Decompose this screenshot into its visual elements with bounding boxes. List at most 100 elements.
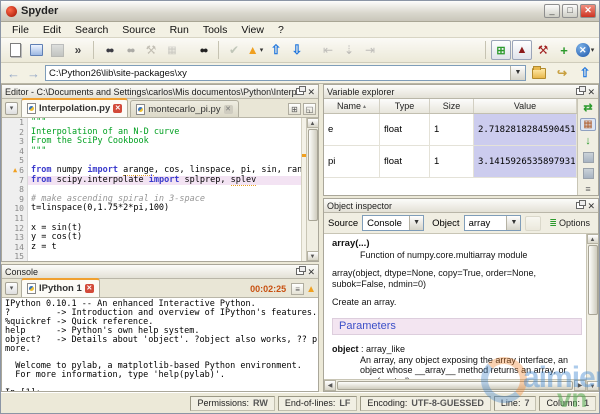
variable-options-button[interactable]: ≡ (580, 183, 596, 195)
console-pane-header[interactable]: Console ✕ (2, 265, 318, 279)
close-pane-icon[interactable]: ✕ (587, 202, 595, 210)
scroll-up-icon[interactable]: ▲ (307, 118, 319, 128)
minimize-button[interactable]: _ (544, 4, 560, 18)
open-file-button[interactable] (26, 40, 46, 60)
title-bar[interactable]: Spyder _ □ ✕ (1, 1, 599, 22)
menu-item-search[interactable]: Search (68, 23, 115, 37)
code-line[interactable]: 10t=linspace(0,1.75*2*pi,100) (2, 204, 301, 214)
menu-item-tools[interactable]: Tools (196, 23, 235, 37)
menu-item-view[interactable]: View (234, 23, 271, 37)
tab-close-icon[interactable]: ✕ (113, 104, 122, 113)
toolbar-overflow-button[interactable]: » (68, 40, 88, 60)
object-inspector-content[interactable]: array(...) Function of numpy.core.multia… (324, 234, 598, 391)
scrollbar-thumb[interactable] (337, 381, 573, 390)
scroll-up-icon[interactable]: ▲ (587, 234, 599, 244)
interrupt-icon[interactable]: ▲ (306, 284, 316, 295)
split-button[interactable]: ⊞ (288, 103, 301, 115)
tab-close-icon[interactable]: ✕ (85, 284, 94, 293)
matplotlib-button[interactable]: ▲ (512, 40, 532, 60)
scrollbar-thumb[interactable] (308, 129, 318, 221)
new-file-button[interactable] (5, 40, 25, 60)
run-cell-button[interactable]: ⇤ (318, 40, 338, 60)
console-output[interactable]: IPython 0.10.1 -- An enhanced Interactiv… (2, 298, 318, 391)
cell-type[interactable]: float (380, 114, 430, 145)
load-data-button[interactable]: ↓ (580, 135, 596, 147)
save-button[interactable] (47, 40, 67, 60)
console-directory-button[interactable]: ⇧ (575, 63, 595, 83)
scroll-down-icon[interactable]: ▼ (307, 251, 319, 261)
find-in-files-button[interactable]: ●● (193, 40, 213, 60)
browse-tabs-button[interactable]: ▾ (5, 102, 18, 115)
close-pane-icon[interactable]: ✕ (307, 268, 315, 276)
close-pane-icon[interactable]: ✕ (307, 88, 315, 96)
inspector-horizontal-scrollbar[interactable]: ◀ ▶ (324, 379, 586, 391)
menu-item-help[interactable]: ? (271, 23, 291, 37)
inspector-vertical-scrollbar[interactable]: ▲ ▼ (586, 234, 598, 391)
save-data-button[interactable] (580, 151, 596, 163)
scroll-left-icon[interactable]: ◀ (324, 380, 336, 391)
spyder-menu-button[interactable]: ✕▾ (575, 40, 595, 60)
back-button[interactable]: ← (5, 66, 22, 81)
scroll-right-icon[interactable]: ▶ (574, 380, 586, 391)
cell-name[interactable]: pi (324, 146, 380, 177)
cell-value[interactable]: 3.1415926535897931 (474, 146, 577, 177)
float-pane-icon[interactable] (576, 202, 584, 209)
code-line[interactable]: 15 (2, 252, 301, 261)
editor-pane-header[interactable]: Editor - C:\Documents and Settings\carlo… (2, 85, 318, 99)
float-pane-icon[interactable] (296, 88, 304, 95)
scrollbar-thumb[interactable] (588, 245, 598, 315)
pythonpath-button[interactable]: + (554, 40, 574, 60)
lock-button[interactable] (525, 216, 541, 231)
replace-button[interactable]: ⚒ (141, 40, 161, 60)
variable-table[interactable]: Name▴TypeSizeValue efloat12.718281828459… (324, 99, 578, 195)
cell-value[interactable]: 2.7182818284590451 (474, 114, 577, 145)
close-button[interactable]: ✕ (580, 4, 596, 18)
tab-close-icon[interactable]: ✕ (224, 105, 233, 114)
working-directory-input[interactable] (46, 68, 510, 79)
code-analysis-ok-button[interactable]: ✔ (224, 40, 244, 60)
menu-item-edit[interactable]: Edit (36, 23, 68, 37)
editor-tab[interactable]: Interpolation.py✕ (21, 98, 128, 117)
find-button[interactable]: ●● (99, 40, 119, 60)
find-previous-button[interactable]: ●● (120, 40, 140, 60)
refresh-button[interactable]: ⇄ (580, 101, 596, 114)
cell-size[interactable]: 1 (430, 114, 474, 145)
import-data-button[interactable]: ▦ (580, 118, 596, 131)
browse-tabs-button[interactable]: ▾ (5, 282, 18, 295)
maximize-pane-button[interactable]: ⊞ (491, 40, 511, 60)
code-line[interactable]: 4""" (2, 147, 301, 157)
warning-list-button[interactable]: ▲▾ (245, 40, 265, 60)
code-editor[interactable]: 1"""2Interpolation of an N-D curve3From … (2, 118, 318, 261)
editor-vertical-scrollbar[interactable]: ▲ ▼ (306, 118, 318, 261)
browse-directory-button[interactable] (529, 63, 549, 83)
column-header-name[interactable]: Name▴ (324, 99, 380, 113)
code-line[interactable]: 7from scipy.interpolate import splprep, … (2, 176, 301, 186)
column-header-value[interactable]: Value (474, 99, 577, 113)
options-button[interactable]: ≣ Options (545, 215, 594, 231)
menu-item-file[interactable]: File (5, 23, 36, 37)
float-pane-icon[interactable] (296, 268, 304, 275)
menu-item-run[interactable]: Run (163, 23, 196, 37)
code-line[interactable]: 14z = t (2, 243, 301, 253)
working-directory-combobox[interactable]: ▼ (45, 65, 526, 81)
maximize-button[interactable]: □ (562, 4, 578, 18)
source-select[interactable]: Console ▼ (362, 215, 424, 231)
column-header-type[interactable]: Type (380, 99, 430, 113)
highlight-button[interactable]: ▦ (162, 40, 182, 60)
console-options-button[interactable]: ≡ (291, 283, 304, 295)
cell-type[interactable]: float (380, 146, 430, 177)
table-row[interactable]: pifloat13.1415926535897931 (324, 146, 577, 178)
run-cell-advance-button[interactable]: ⇣ (339, 40, 359, 60)
parent-directory-button[interactable]: ↪ (552, 63, 572, 83)
close-pane-icon[interactable]: ✕ (587, 88, 595, 96)
editor-tab[interactable]: montecarlo_pi.py✕ (130, 100, 238, 117)
save-data-as-button[interactable] (580, 167, 596, 179)
debug-step-button[interactable]: ⇥ (360, 40, 380, 60)
next-warning-button[interactable]: ⇩ (287, 40, 307, 60)
preferences-button[interactable]: ⚒ (533, 40, 553, 60)
previous-warning-button[interactable]: ⇧ (266, 40, 286, 60)
table-row[interactable]: efloat12.7182818284590451 (324, 114, 577, 146)
scroll-down-icon[interactable]: ▼ (587, 381, 599, 391)
console-tab[interactable]: IPython 1 ✕ (21, 278, 100, 297)
combo-dropdown-button[interactable]: ▼ (510, 66, 525, 80)
